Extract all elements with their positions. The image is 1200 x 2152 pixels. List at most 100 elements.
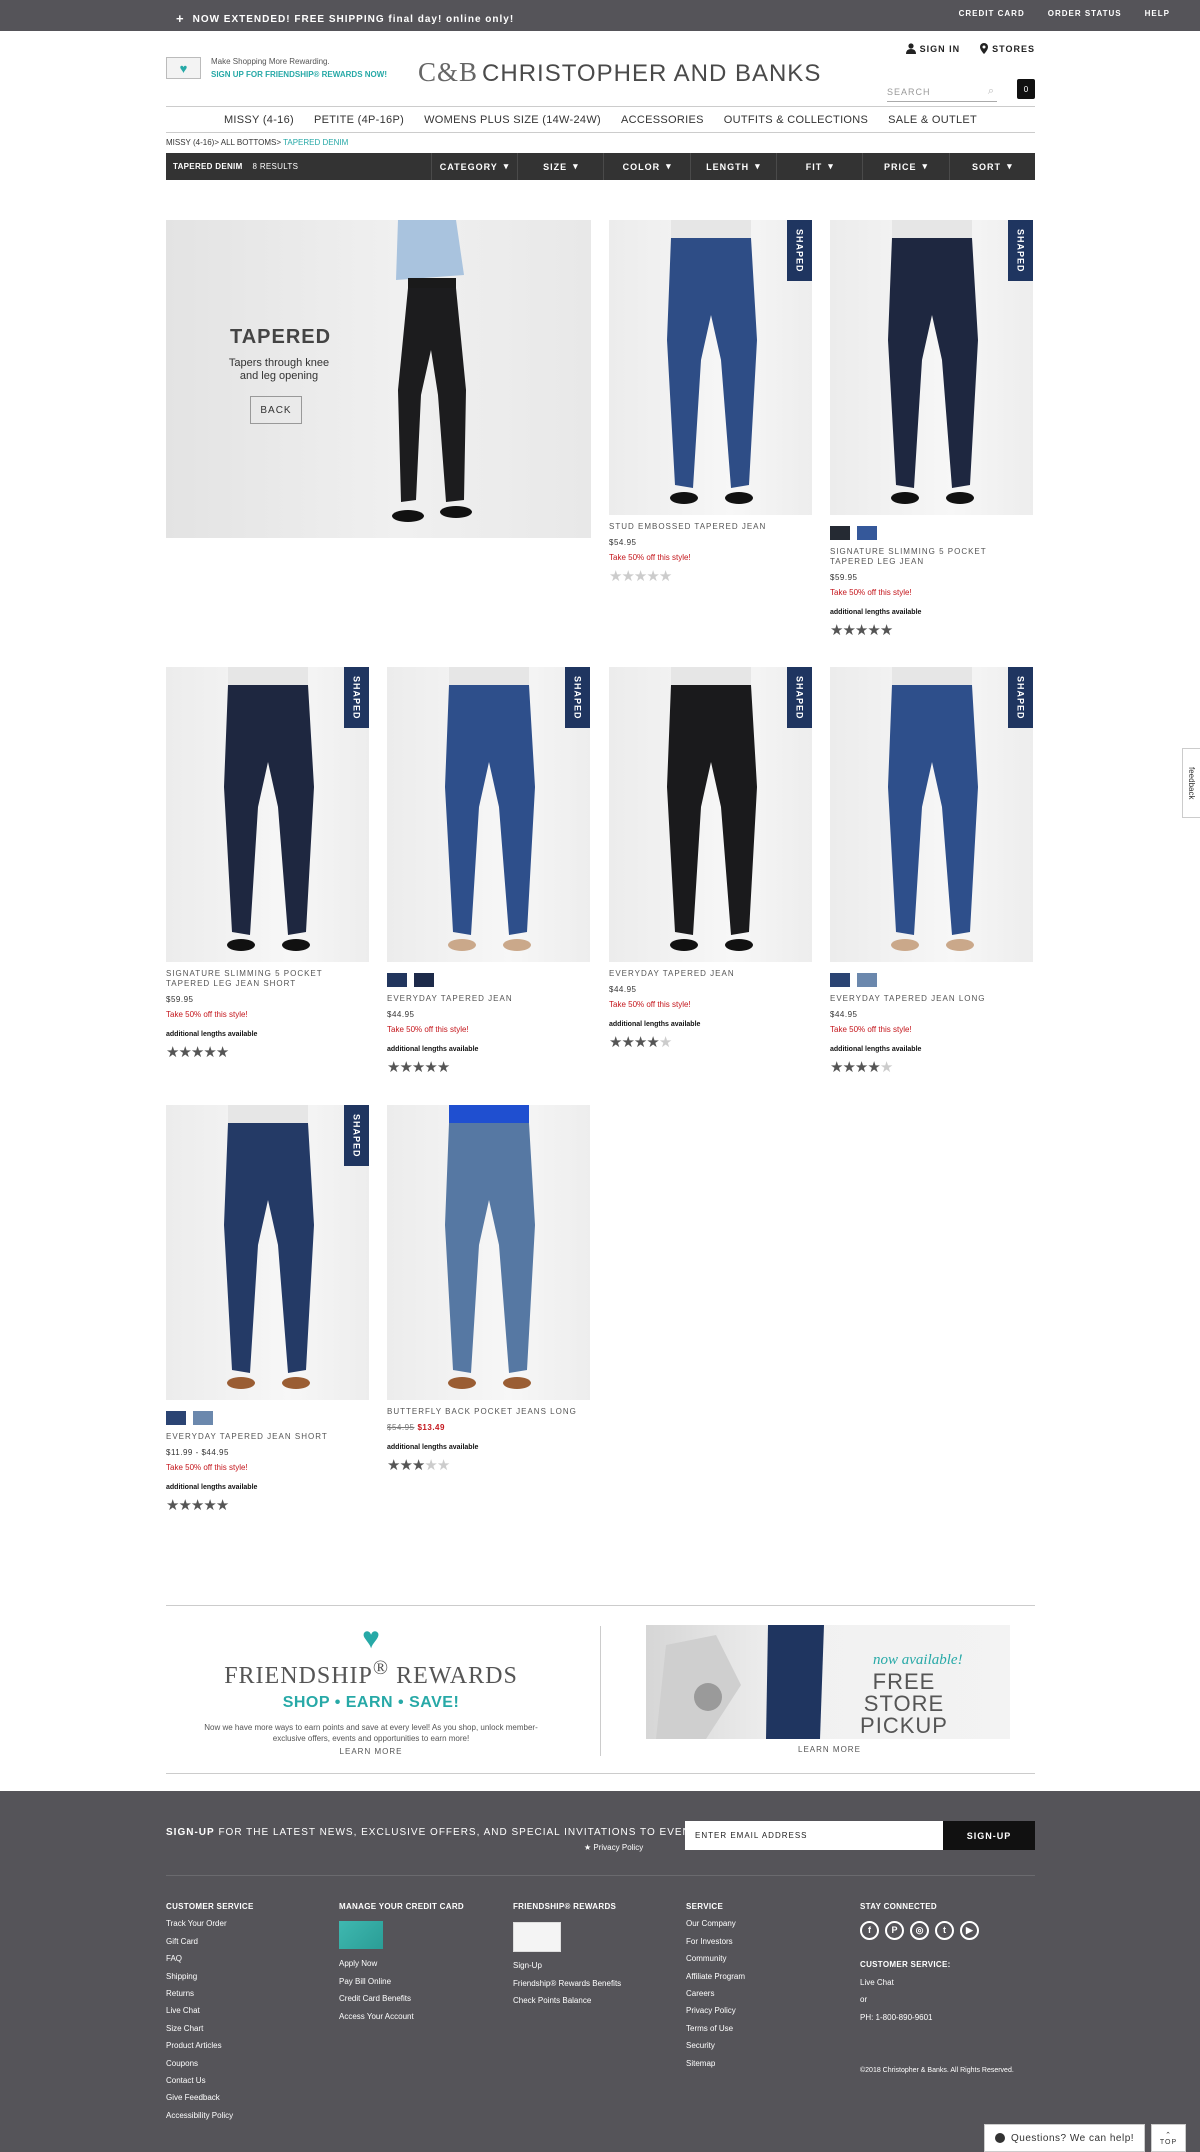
product-name[interactable]: SIGNATURE SLIMMING 5 POCKET TAPERED LEG … — [166, 969, 369, 989]
footer-link-privacy[interactable]: Privacy Policy — [686, 2002, 745, 2019]
rating-stars[interactable]: ★★★★★ — [166, 1045, 369, 1060]
color-swatch[interactable] — [193, 1411, 213, 1425]
nav-accessories[interactable]: ACCESSORIES — [611, 114, 714, 126]
store-pickup-banner[interactable]: now available! FREE STORE PICKUP — [646, 1625, 1010, 1739]
pinterest-icon[interactable]: P — [885, 1921, 904, 1941]
friendship-rewards-promo[interactable]: ♥ FRIENDSHIP® REWARDS SHOP • EARN • SAVE… — [166, 1624, 576, 1760]
rewards-learn-more[interactable]: LEARN MORE — [166, 1747, 576, 1756]
rating-stars[interactable]: ★★★★★ — [609, 1035, 812, 1050]
twitter-icon[interactable]: t — [935, 1921, 954, 1941]
rating-stars[interactable]: ★★★★★ — [387, 1060, 590, 1075]
sign-in-link[interactable]: SIGN IN — [905, 43, 961, 54]
product-image[interactable]: SHAPED — [166, 667, 369, 962]
footer-link-security[interactable]: Security — [686, 2037, 745, 2054]
footer-link-gift-card[interactable]: Gift Card — [166, 1933, 254, 1950]
footer-link-feedback[interactable]: Give Feedback — [166, 2089, 254, 2106]
nav-plus-size[interactable]: WOMENS PLUS SIZE (14W-24W) — [414, 114, 611, 126]
footer-link-live-chat[interactable]: Live Chat — [166, 2002, 254, 2019]
filter-color[interactable]: COLOR ▾ — [603, 153, 689, 180]
footer-link-community[interactable]: Community — [686, 1950, 745, 1967]
nav-outfits[interactable]: OUTFITS & COLLECTIONS — [714, 114, 878, 126]
rating-stars[interactable]: ★★★★★ — [830, 623, 1033, 638]
product-image[interactable]: SHAPED — [830, 220, 1033, 515]
footer-link-coupons[interactable]: Coupons — [166, 2055, 254, 2072]
help-link[interactable]: HELP — [1145, 9, 1170, 18]
rating-stars[interactable]: ★★★★★ — [609, 569, 812, 584]
product-name[interactable]: EVERYDAY TAPERED JEAN LONG — [830, 994, 1033, 1004]
color-swatch[interactable] — [830, 526, 850, 540]
color-swatch[interactable] — [166, 1411, 186, 1425]
rating-stars[interactable]: ★★★★★ — [166, 1498, 369, 1513]
rewards-card-image[interactable] — [513, 1922, 561, 1953]
search-input[interactable]: SEARCH ⌕ — [887, 84, 997, 102]
footer-link-sitemap[interactable]: Sitemap — [686, 2055, 745, 2072]
nav-sale[interactable]: SALE & OUTLET — [878, 114, 987, 126]
product-image[interactable] — [387, 1105, 590, 1400]
credit-card-image[interactable] — [339, 1921, 383, 1950]
shopping-bag-icon[interactable]: 0 — [1017, 79, 1035, 99]
credit-card-link[interactable]: CREDIT CARD — [959, 9, 1025, 18]
sort-dropdown[interactable]: SORT ▾ — [948, 153, 1035, 180]
instagram-icon[interactable]: ◎ — [910, 1921, 929, 1941]
nav-petite[interactable]: PETITE (4P-16P) — [304, 114, 414, 126]
footer-link-accessibility[interactable]: Accessibility Policy — [166, 2107, 254, 2124]
footer-link-company[interactable]: Our Company — [686, 1915, 745, 1932]
back-to-top-button[interactable]: ⌃ TOP — [1151, 2124, 1186, 2152]
footer-link-points-balance[interactable]: Check Points Balance — [513, 1992, 621, 2009]
filter-fit[interactable]: FIT ▾ — [776, 153, 862, 180]
color-swatch[interactable] — [857, 526, 877, 540]
site-logo[interactable]: C&B CHRISTOPHER AND BANKS — [418, 57, 821, 88]
product-card[interactable]: SHAPED EVERYDAY TAPERED JEAN $44.95 Take… — [387, 667, 590, 1075]
rewards-promo[interactable]: ♥ Make Shopping More Rewarding. SIGN UP … — [166, 57, 387, 79]
breadcrumb-missy[interactable]: MISSY (4-16)> — [166, 138, 219, 147]
product-name[interactable]: EVERYDAY TAPERED JEAN — [609, 969, 812, 979]
product-image[interactable]: SHAPED — [609, 220, 812, 515]
color-swatch[interactable] — [830, 973, 850, 987]
footer-link-rewards-signup[interactable]: Sign-Up — [513, 1957, 621, 1974]
product-image[interactable]: SHAPED — [830, 667, 1033, 962]
product-card[interactable]: SHAPED SIGNATURE SLIMMING 5 POCKET TAPER… — [830, 220, 1033, 638]
filter-price[interactable]: PRICE ▾ — [862, 153, 948, 180]
product-image[interactable]: SHAPED — [609, 667, 812, 962]
footer-link-live-chat-2[interactable]: Live Chat — [860, 1974, 979, 1991]
product-image[interactable]: SHAPED — [166, 1105, 369, 1400]
product-name[interactable]: EVERYDAY TAPERED JEAN SHORT — [166, 1432, 369, 1442]
footer-link-size-chart[interactable]: Size Chart — [166, 2020, 254, 2037]
rating-stars[interactable]: ★★★★★ — [387, 1458, 590, 1473]
footer-link-faq[interactable]: FAQ — [166, 1950, 254, 1967]
privacy-policy-link[interactable]: ★ Privacy Policy — [584, 1843, 643, 1852]
product-card[interactable]: SHAPED EVERYDAY TAPERED JEAN LONG $44.95… — [830, 667, 1033, 1075]
footer-link-careers[interactable]: Careers — [686, 1985, 745, 2002]
phone-number[interactable]: PH: 1-800-890-9601 — [860, 2009, 979, 2026]
footer-link-product-articles[interactable]: Product Articles — [166, 2037, 254, 2054]
color-swatch[interactable] — [414, 973, 434, 987]
product-card[interactable]: SHAPED EVERYDAY TAPERED JEAN $44.95 Take… — [609, 667, 812, 1050]
rewards-signup-link[interactable]: SIGN UP FOR FRIENDSHIP® REWARDS NOW! — [211, 70, 387, 79]
promo-text[interactable]: + NOW EXTENDED! FREE SHIPPING final day! … — [176, 10, 514, 26]
footer-link-rewards-benefits[interactable]: Friendship® Rewards Benefits — [513, 1975, 621, 1992]
product-name[interactable]: EVERYDAY TAPERED JEAN — [387, 994, 590, 1004]
stores-link[interactable]: STORES — [980, 43, 1035, 54]
footer-link-affiliate[interactable]: Affiliate Program — [686, 1968, 745, 1985]
filter-length[interactable]: LENGTH ▾ — [689, 153, 776, 180]
footer-link-contact[interactable]: Contact Us — [166, 2072, 254, 2089]
footer-link-shipping[interactable]: Shipping — [166, 1968, 254, 1985]
footer-link-card-benefits[interactable]: Credit Card Benefits — [339, 1990, 464, 2007]
color-swatch[interactable] — [857, 973, 877, 987]
footer-link-pay-bill[interactable]: Pay Bill Online — [339, 1973, 464, 1990]
store-pickup-learn-more[interactable]: LEARN MORE — [798, 1745, 861, 1754]
filter-size[interactable]: SIZE ▾ — [517, 153, 603, 180]
chat-button[interactable]: Questions? We can help! — [984, 2124, 1145, 2152]
color-swatch[interactable] — [387, 973, 407, 987]
feedback-tab[interactable]: feedback — [1182, 748, 1200, 818]
filter-category[interactable]: CATEGORY ▾ — [430, 153, 517, 180]
search-icon[interactable]: ⌕ — [988, 85, 995, 98]
facebook-icon[interactable]: f — [860, 1921, 879, 1941]
youtube-icon[interactable]: ▶ — [960, 1921, 979, 1941]
footer-link-track-order[interactable]: Track Your Order — [166, 1915, 254, 1932]
product-card[interactable]: SHAPED STUD EMBOSSED TAPERED JEAN $54.95… — [609, 220, 812, 584]
rating-stars[interactable]: ★★★★★ — [830, 1060, 1033, 1075]
product-card[interactable]: SHAPED EVERYDAY TAPERED JEAN SHORT $11.9… — [166, 1105, 369, 1513]
nav-missy[interactable]: MISSY (4-16) — [214, 114, 304, 126]
breadcrumb-bottoms[interactable]: ALL BOTTOMS> — [221, 138, 281, 147]
